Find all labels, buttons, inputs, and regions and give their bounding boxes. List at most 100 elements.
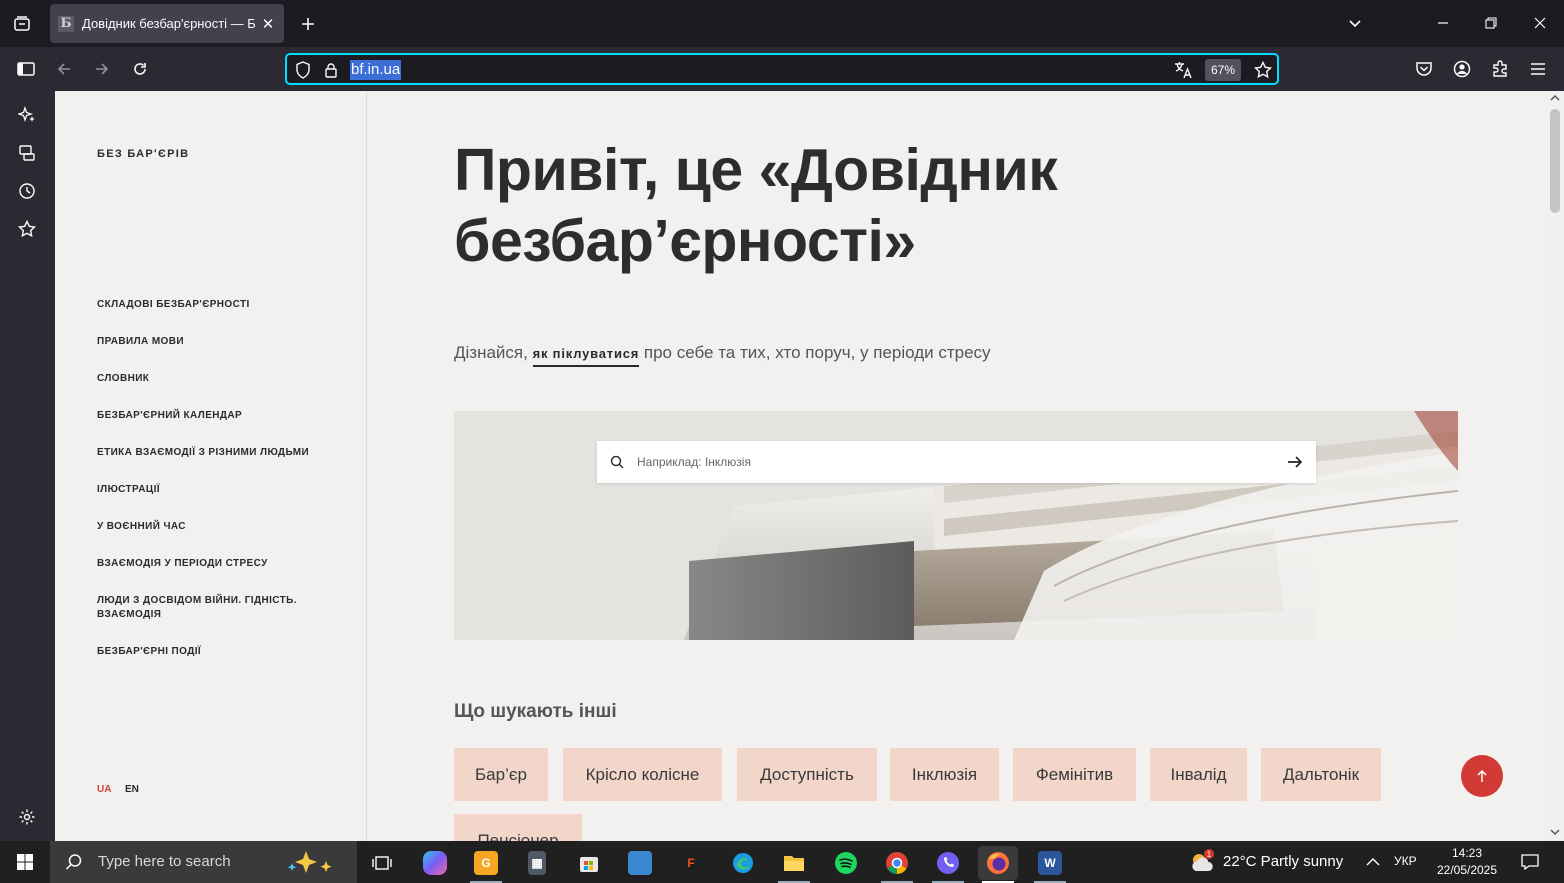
address-bar[interactable]: bf.in.ua 67% bbox=[285, 53, 1279, 85]
scroll-down-chevron-icon[interactable] bbox=[1550, 828, 1560, 836]
show-hidden-icons-chevron-up-icon[interactable] bbox=[1357, 846, 1389, 878]
edge-icon[interactable] bbox=[723, 846, 763, 880]
back-arrow-icon[interactable] bbox=[48, 53, 80, 85]
arrow-up-icon bbox=[1477, 769, 1487, 782]
intro-care-link[interactable]: як піклуватися bbox=[532, 346, 640, 367]
windows-taskbar: Type here to search G ▦ F W 1 22°C Partl… bbox=[0, 841, 1564, 883]
site-side-navigation: БЕЗ БАР'ЄРІВ СКЛАДОВІ БЕЗБАР'ЄРНОСТІ ПРА… bbox=[55, 91, 367, 841]
intro-text-after: про себе та тих, хто поруч, у періоди ст… bbox=[639, 343, 991, 362]
synced-tabs-icon[interactable] bbox=[11, 137, 43, 169]
zoom-level-badge[interactable]: 67% bbox=[1204, 59, 1241, 81]
scroll-to-top-button[interactable] bbox=[1461, 755, 1503, 797]
clock-time: 14:23 bbox=[1451, 846, 1483, 860]
extensions-puzzle-icon[interactable] bbox=[1484, 53, 1516, 85]
history-clock-icon[interactable] bbox=[11, 175, 43, 207]
nav-item-ethics[interactable]: ЕТИКА ВЗАЄМОДІЇ З РІЗНИМИ ЛЮДЬМИ bbox=[97, 446, 317, 460]
windows-start-icon[interactable] bbox=[9, 846, 41, 878]
sidebar-toggle-icon[interactable] bbox=[10, 53, 42, 85]
intro-text: Дізнайся, як піклуватися про себе та тих… bbox=[454, 343, 991, 367]
scrollbar-thumb[interactable] bbox=[1550, 109, 1560, 213]
search-submit-arrow-icon[interactable] bbox=[1279, 446, 1311, 478]
nav-item-events[interactable]: БЕЗБАР'ЄРНІ ПОДІЇ bbox=[97, 645, 317, 659]
site-logo-text[interactable]: БЕЗ БАР'ЄРІВ bbox=[97, 148, 189, 160]
language-en-link[interactable]: EN bbox=[125, 784, 139, 795]
translate-icon[interactable] bbox=[1167, 54, 1199, 86]
copilot-icon[interactable] bbox=[415, 846, 455, 880]
taskbar-search-icon bbox=[58, 846, 90, 878]
tab-title: Довідник безбар'єрності — Б bbox=[82, 16, 256, 31]
scroll-up-chevron-icon[interactable] bbox=[1550, 94, 1560, 102]
search-highlight-sparkles-icon bbox=[282, 846, 342, 878]
remote-desktop-icon[interactable] bbox=[620, 846, 660, 880]
firefox-icon[interactable] bbox=[978, 846, 1018, 883]
viber-icon[interactable] bbox=[928, 846, 968, 883]
lock-icon[interactable] bbox=[315, 54, 347, 86]
app-menu-hamburger-icon[interactable] bbox=[1522, 53, 1554, 85]
language-ua-link[interactable]: UA bbox=[97, 784, 111, 795]
nav-item-calendar[interactable]: БЕЗБАР'ЄРНИЙ КАЛЕНДАР bbox=[97, 409, 317, 423]
popular-search-chip[interactable]: Пенсіонер bbox=[454, 814, 582, 841]
spotify-icon[interactable] bbox=[826, 846, 866, 880]
tab-close-icon[interactable]: ✕ bbox=[260, 15, 276, 33]
nav-item-stress-interaction[interactable]: ВЗАЄМОДІЯ У ПЕРІОДИ СТРЕСУ bbox=[97, 557, 317, 571]
new-tab-icon[interactable] bbox=[292, 8, 324, 40]
browser-sidebar bbox=[0, 91, 55, 841]
navigation-toolbar: bf.in.ua 67% bbox=[0, 47, 1564, 91]
taskbar-search-box[interactable]: Type here to search bbox=[50, 841, 357, 883]
browser-tab-active[interactable]: Б Довідник безбар'єрності — Б ✕ bbox=[50, 4, 284, 43]
nav-item-language-rules[interactable]: ПРАВИЛА МОВИ bbox=[97, 335, 317, 349]
window-restore-icon[interactable] bbox=[1475, 7, 1507, 39]
reload-icon[interactable] bbox=[124, 53, 156, 85]
forward-arrow-icon[interactable] bbox=[86, 53, 118, 85]
pocket-icon[interactable] bbox=[1408, 53, 1440, 85]
file-explorer-icon[interactable] bbox=[774, 846, 814, 883]
input-language-indicator[interactable]: УКР bbox=[1394, 854, 1417, 868]
popular-search-chip[interactable]: Інвалід bbox=[1150, 748, 1247, 801]
nav-item-dictionary[interactable]: СЛОВНИК bbox=[97, 372, 317, 386]
task-view-icon[interactable] bbox=[362, 846, 402, 880]
figma-icon[interactable]: F bbox=[671, 846, 711, 880]
weather-text[interactable]: 22°C Partly sunny bbox=[1223, 853, 1343, 870]
clock-date: 22/05/2025 bbox=[1436, 863, 1498, 877]
nav-item-components[interactable]: СКЛАДОВІ БЕЗБАР'ЄРНОСТІ bbox=[97, 298, 317, 312]
nav-item-war-experience[interactable]: ЛЮДИ З ДОСВІДОМ ВІЙНИ. ГІДНІСТЬ. ВЗАЄМОД… bbox=[97, 594, 317, 622]
word-icon[interactable]: W bbox=[1030, 846, 1070, 883]
popular-search-chip[interactable]: Доступність bbox=[737, 748, 877, 801]
list-all-tabs-chevron-down-icon[interactable] bbox=[1339, 7, 1371, 39]
clock[interactable]: 14:23 22/05/2025 bbox=[1432, 845, 1502, 879]
bookmarks-star-icon[interactable] bbox=[11, 213, 43, 245]
popular-search-chip[interactable]: Бар’єр bbox=[454, 748, 548, 801]
weather-partly-sunny-icon[interactable]: 1 bbox=[1186, 846, 1218, 878]
bookmark-star-icon[interactable] bbox=[1247, 54, 1279, 86]
taskbar-search-placeholder: Type here to search bbox=[98, 853, 231, 870]
tab-strip: Б Довідник безбар'єрності — Б ✕ bbox=[0, 0, 1564, 47]
app-icon[interactable]: G bbox=[466, 846, 506, 883]
window-close-icon[interactable] bbox=[1524, 7, 1556, 39]
calculator-icon[interactable]: ▦ bbox=[517, 846, 557, 880]
window-minimize-icon[interactable] bbox=[1427, 7, 1459, 39]
page-title: Привіт, це «Довідник безбар’єрності» bbox=[454, 137, 1058, 274]
popular-search-chip[interactable]: Фемінітив bbox=[1013, 748, 1136, 801]
search-input[interactable] bbox=[637, 441, 1277, 483]
tab-favicon-icon: Б bbox=[58, 15, 74, 32]
url-text[interactable]: bf.in.ua bbox=[350, 60, 402, 80]
microsoft-store-icon[interactable] bbox=[569, 846, 609, 880]
firefox-view-icon[interactable] bbox=[6, 8, 38, 40]
nav-item-illustrations[interactable]: ІЛЮСТРАЦІЇ bbox=[97, 483, 317, 497]
chrome-icon[interactable] bbox=[877, 846, 917, 883]
sidebar-settings-gear-icon[interactable] bbox=[11, 801, 43, 833]
popular-search-chip[interactable]: Крісло колісне bbox=[563, 748, 722, 801]
popular-search-chip[interactable]: Інклюзія bbox=[890, 748, 999, 801]
intro-text-before: Дізнайся, bbox=[454, 343, 533, 362]
ai-chatbot-sparkle-icon[interactable] bbox=[11, 99, 43, 131]
notifications-icon[interactable] bbox=[1514, 846, 1546, 878]
web-page: БЕЗ БАР'ЄРІВ СКЛАДОВІ БЕЗБАР'ЄРНОСТІ ПРА… bbox=[55, 91, 1546, 841]
nav-item-wartime[interactable]: У ВОЄННИЙ ЧАС bbox=[97, 520, 317, 534]
search-box bbox=[597, 441, 1316, 483]
popular-searches-heading: Що шукають інші bbox=[454, 701, 617, 722]
search-magnifier-icon bbox=[601, 446, 633, 478]
account-icon[interactable] bbox=[1446, 53, 1478, 85]
popular-search-chip[interactable]: Дальтонік bbox=[1261, 748, 1381, 801]
page-scrollbar[interactable] bbox=[1546, 91, 1564, 841]
weather-alert-badge: 1 bbox=[1207, 850, 1212, 859]
